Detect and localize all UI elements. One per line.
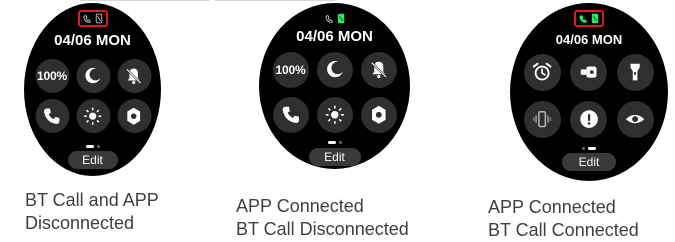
- edit-label: Edit: [324, 150, 345, 164]
- app-status-icon: [95, 13, 103, 24]
- weekday: MON: [95, 32, 131, 49]
- bell-off-icon[interactable]: [117, 59, 151, 93]
- phone-icon[interactable]: [35, 99, 69, 133]
- date: 04/06: [54, 32, 92, 49]
- brightness-icon[interactable]: [316, 97, 353, 133]
- find-phone-icon[interactable]: [570, 54, 608, 91]
- alarm-icon[interactable]: [524, 54, 561, 91]
- watch-screen-2: 04/06 MON 100% Edit: [259, 3, 410, 169]
- watch-screen-1: 04/06 MON 100% Edit: [24, 3, 161, 176]
- page-indicator: [85, 143, 100, 149]
- battery-percent: 100%: [275, 63, 306, 77]
- bt-call-status-icon: [324, 14, 333, 24]
- page-dot-active: [85, 144, 94, 148]
- weekday: MON: [591, 32, 623, 47]
- battery-percent: 100%: [37, 69, 67, 83]
- brightness-icon[interactable]: [76, 99, 110, 133]
- battery-tile[interactable]: 100%: [272, 52, 309, 88]
- quick-settings-grid: [524, 54, 654, 138]
- weekday: MON: [337, 28, 373, 45]
- page-dot-active: [588, 146, 596, 150]
- moon-icon[interactable]: [316, 52, 353, 88]
- quick-settings-grid: 100%: [272, 52, 397, 133]
- page-dot: [582, 146, 585, 150]
- app-status-icon: [337, 13, 345, 24]
- alert-icon[interactable]: [570, 101, 608, 138]
- edit-button[interactable]: Edit: [308, 148, 361, 166]
- app-status-icon: [591, 13, 599, 24]
- date: 04/06: [296, 28, 334, 45]
- edit-label: Edit: [578, 155, 600, 169]
- bt-call-status-icon: [579, 14, 587, 24]
- gear-icon[interactable]: [117, 99, 151, 133]
- status-bar: [77, 10, 108, 27]
- caption-watch-3: APP Connected BT Call Connected: [488, 196, 639, 242]
- bt-call-status-icon: [82, 14, 91, 24]
- caption-line: BT Call Disconnected: [236, 219, 409, 239]
- quick-settings-grid: 100%: [35, 59, 151, 133]
- page-dot-active: [327, 140, 336, 144]
- caption-line: Disconnected: [25, 213, 135, 233]
- caption-line: BT Call and APP: [25, 190, 159, 210]
- edit-label: Edit: [82, 153, 103, 167]
- gear-icon[interactable]: [360, 97, 397, 133]
- caption-line: APP Connected: [236, 196, 364, 216]
- caption-line: BT Call Connected: [488, 220, 639, 240]
- caption-watch-2: APP Connected BT Call Disconnected: [236, 195, 409, 241]
- status-bar: [324, 13, 345, 24]
- caption-watch-1: BT Call and APP Disconnected: [25, 189, 159, 235]
- page-dot: [338, 140, 342, 144]
- date: 04/06: [555, 32, 589, 47]
- phone-icon[interactable]: [272, 97, 309, 133]
- page-indicator: [327, 139, 342, 145]
- edit-button[interactable]: Edit: [67, 151, 118, 169]
- date-time: 04/06 MON: [556, 32, 623, 47]
- status-bar: [574, 10, 604, 27]
- date-time: 04/06 MON: [296, 28, 373, 45]
- watch-screen-3: 04/06 MON Edit: [510, 3, 668, 181]
- flashlight-icon[interactable]: [616, 54, 654, 91]
- page-dot: [96, 144, 100, 148]
- eye-icon[interactable]: [616, 101, 654, 138]
- bell-off-icon[interactable]: [360, 52, 397, 88]
- caption-line: APP Connected: [488, 197, 616, 217]
- vibration-icon[interactable]: [524, 101, 561, 138]
- date-time: 04/06 MON: [54, 32, 131, 49]
- edit-button[interactable]: Edit: [562, 153, 616, 171]
- page-indicator: [582, 145, 596, 151]
- moon-icon[interactable]: [76, 59, 110, 93]
- battery-tile[interactable]: 100%: [35, 59, 69, 93]
